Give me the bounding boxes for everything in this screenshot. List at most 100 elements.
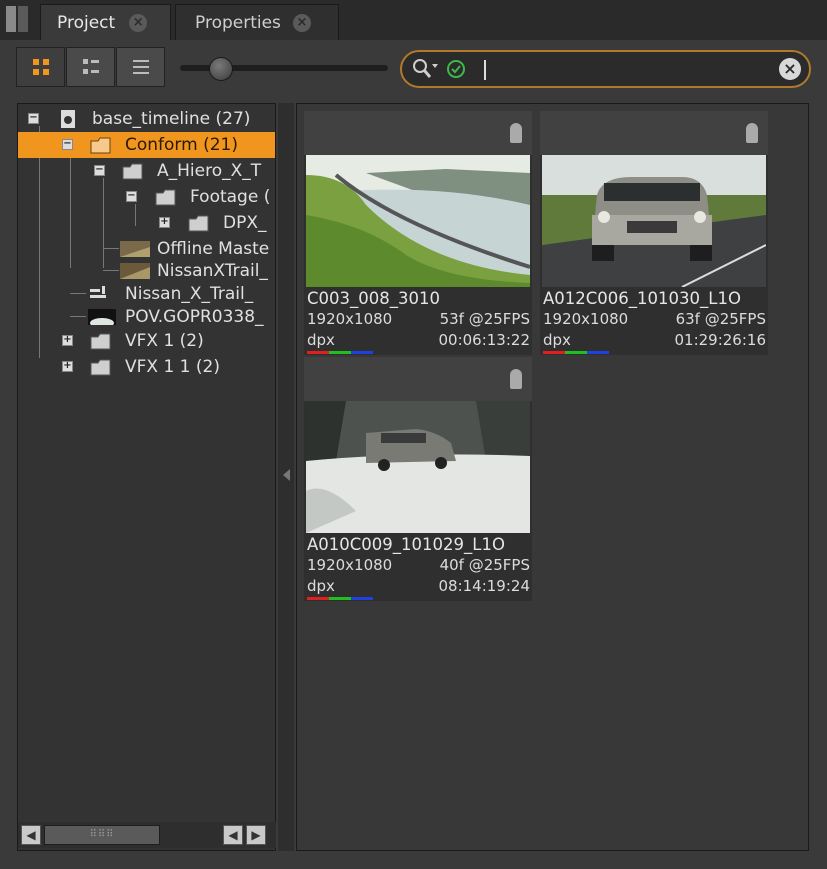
tree-item-dpx[interactable]: + DPX_ [18, 210, 275, 236]
tree-item-label: DPX_ [223, 213, 267, 233]
clip-icon [120, 241, 150, 257]
clip-format: dpx [307, 331, 335, 349]
clip-timecode: 01:29:26:16 [674, 331, 766, 349]
tab-project[interactable]: Project × [40, 4, 171, 40]
timeline-icon [90, 286, 106, 298]
clip-card[interactable]: A010C009_101029_L1O 1920x1080 40f @25FPS… [304, 357, 532, 601]
lock-icon [746, 123, 758, 143]
tree-item-vfx-1[interactable]: + VFX 1 (2) [18, 328, 275, 354]
tree-item-pov-gopr[interactable]: POV.GOPR0338_ [18, 304, 275, 330]
scroll-left-icon[interactable]: ◀ [223, 825, 243, 845]
tree-connector [103, 248, 119, 249]
search-box[interactable]: × [400, 50, 811, 88]
close-icon[interactable]: × [292, 13, 311, 32]
scrollbar-thumb[interactable]: ⠿⠿⠿ [44, 825, 160, 845]
channel-indicator [307, 597, 373, 600]
collapse-icon[interactable]: − [62, 139, 73, 150]
folder-icon [122, 163, 143, 180]
tree-item-a-hiero[interactable]: − A_Hiero_X_T [18, 158, 275, 184]
clip-card[interactable]: A012C006_101030_L1O 1920x1080 63f @25FPS… [540, 111, 768, 355]
clip-frames: 53f @25FPS [439, 310, 530, 328]
expand-icon[interactable]: + [62, 361, 73, 372]
list-view-icon [132, 60, 149, 74]
tree-item-label: base_timeline (27) [92, 109, 251, 129]
channel-indicator [543, 351, 609, 354]
clip-resolution: 1920x1080 [543, 310, 629, 328]
clip-thumbnail [306, 155, 530, 287]
tab-properties[interactable]: Properties × [175, 4, 339, 40]
lock-icon [510, 123, 522, 143]
tree-item-footage[interactable]: − Footage ( [18, 184, 275, 210]
expand-icon[interactable]: + [62, 335, 73, 346]
tree-connector [70, 293, 86, 294]
tree-item-base-timeline[interactable]: − base_timeline (27) [18, 106, 275, 132]
thumbnail-list-view-button[interactable] [66, 47, 115, 87]
text-caret [484, 60, 486, 80]
sequence-icon [61, 110, 75, 128]
clip-timecode: 08:14:19:24 [438, 577, 530, 595]
tab-bar: Project × Properties × [0, 0, 827, 40]
clip-name: A012C006_101030_L1O [543, 289, 741, 308]
clip-frames: 40f @25FPS [439, 556, 530, 574]
clip-thumbnail [306, 401, 530, 533]
clear-icon[interactable]: × [779, 58, 801, 80]
collapse-icon[interactable]: − [126, 191, 137, 202]
tree-item-label: Footage ( [190, 187, 271, 207]
folder-icon [90, 359, 111, 376]
grid-view-button[interactable] [16, 47, 65, 87]
coastline-road-image [306, 155, 530, 287]
tree-item-label: VFX 1 (2) [125, 331, 204, 351]
clip-resolution: 1920x1080 [307, 556, 393, 574]
scroll-right-icon[interactable]: ▶ [246, 825, 266, 845]
list-view-button[interactable] [116, 47, 165, 87]
tree-item-label: POV.GOPR0338_ [125, 307, 264, 327]
suv-in-snow-image [306, 401, 530, 533]
tree-item-label: A_Hiero_X_T [157, 161, 262, 181]
clip-resolution: 1920x1080 [307, 310, 393, 328]
tree-item-conform[interactable]: − Conform (21) [18, 132, 275, 158]
tree-connector [70, 316, 86, 317]
clip-card[interactable]: C003_008_3010 1920x1080 53f @25FPS dpx 0… [304, 111, 532, 355]
folder-icon [155, 189, 176, 206]
collapse-arrow-icon[interactable] [283, 469, 291, 481]
tree-connector [103, 270, 119, 271]
grid-view-icon [32, 59, 49, 75]
expand-icon[interactable]: + [159, 217, 170, 228]
clip-grid: C003_008_3010 1920x1080 53f @25FPS dpx 0… [296, 103, 809, 851]
tab-project-label: Project [57, 12, 116, 33]
clip-name: A010C009_101029_L1O [307, 535, 505, 554]
panel-splitter[interactable] [278, 103, 294, 851]
clip-card-header [540, 111, 768, 155]
clip-frames: 63f @25FPS [675, 310, 766, 328]
search-filter-icon[interactable] [410, 56, 440, 82]
channel-indicator [307, 351, 373, 354]
tree-item-label: Nissan_X_Trail_ [125, 284, 254, 304]
clip-format: dpx [543, 331, 571, 349]
thumbnail-list-icon [82, 59, 99, 74]
close-icon[interactable]: × [129, 13, 148, 32]
clip-thumbnail [542, 155, 766, 287]
clip-card-header [304, 357, 532, 401]
tree-horizontal-scrollbar[interactable]: ◀ ⠿⠿⠿ ◀ ▶ [18, 822, 276, 848]
tree-item-vfx-1-1[interactable]: + VFX 1 1 (2) [18, 354, 275, 380]
suv-on-road-image [542, 155, 766, 287]
tree-item-label: Conform (21) [125, 135, 238, 155]
folder-icon [188, 215, 209, 232]
collapse-icon[interactable]: − [94, 165, 105, 176]
folder-icon [90, 333, 111, 350]
clip-icon [120, 263, 150, 279]
collapse-icon[interactable]: − [28, 113, 39, 124]
clip-icon [88, 309, 116, 325]
clip-card-header [304, 111, 532, 155]
tree-item-label: Offline Maste [157, 239, 270, 259]
search-input[interactable] [480, 58, 774, 82]
check-circle-icon[interactable] [446, 59, 466, 79]
tab-properties-label: Properties [195, 12, 281, 33]
clip-name: C003_008_3010 [307, 289, 440, 308]
panel-menu-icon[interactable] [4, 4, 30, 34]
scroll-left-icon[interactable]: ◀ [21, 825, 41, 845]
lock-icon [510, 369, 522, 389]
tree-item-label: NissanXTrail_ [157, 261, 268, 281]
clip-timecode: 00:06:13:22 [438, 331, 530, 349]
project-bin-tree[interactable]: − base_timeline (27) − Conform (21) − A_… [17, 103, 276, 851]
